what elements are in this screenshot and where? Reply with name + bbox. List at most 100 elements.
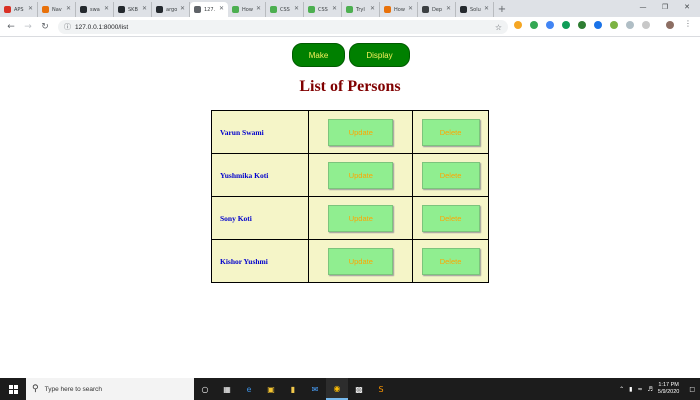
display-button[interactable]: Display <box>349 43 410 67</box>
edge-icon[interactable]: e <box>238 378 260 400</box>
delete-button[interactable]: Delete <box>421 204 480 232</box>
w3schools-icon <box>308 6 315 13</box>
sublime-icon[interactable]: S <box>370 378 392 400</box>
menu-kebab-icon[interactable]: ⋮ <box>684 20 692 29</box>
update-cell: Update <box>308 110 414 154</box>
profile-avatar[interactable] <box>666 21 674 29</box>
url-text: 127.0.0.1:8000/list <box>75 23 129 31</box>
github-icon <box>156 6 163 13</box>
tab-close-icon[interactable]: ✕ <box>180 6 185 12</box>
update-cell: Update <box>308 196 414 240</box>
tab-close-icon[interactable]: ✕ <box>142 6 147 12</box>
system-tray: ⌃ ▮ ≈ ♬ 1:17 PM 5/9/2020 □ <box>619 378 700 400</box>
w3schools-icon <box>270 6 277 13</box>
tray-chevron-icon[interactable]: ⌃ <box>619 386 624 393</box>
new-tab-button[interactable]: + <box>494 2 510 17</box>
table-row: Kishor Yushmi Update Delete <box>210 239 489 283</box>
browser-tab[interactable]: SKB ✕ <box>114 2 152 17</box>
delete-button[interactable]: Delete <box>421 161 480 189</box>
minimize-icon[interactable]: — <box>632 0 654 14</box>
extension-icon[interactable] <box>642 21 650 29</box>
tab-close-icon[interactable]: ✕ <box>332 6 337 12</box>
github-icon <box>118 6 125 13</box>
wifi-icon[interactable]: ≈ <box>637 386 642 393</box>
extension-icon[interactable] <box>562 21 570 29</box>
address-bar[interactable]: ⓘ 127.0.0.1:8000/list ☆ <box>58 20 508 34</box>
browser-tab[interactable]: TryI ✕ <box>342 2 380 17</box>
tab-label: Dep <box>432 6 443 13</box>
github-icon <box>80 6 87 13</box>
update-button[interactable]: Update <box>328 204 394 232</box>
browser-tab[interactable]: CSS ✕ <box>266 2 304 17</box>
battery-icon[interactable]: ▮ <box>629 386 632 393</box>
tab-close-icon[interactable]: ✕ <box>294 6 299 12</box>
browser-tab[interactable]: Solu ✕ <box>456 2 494 17</box>
delete-button[interactable]: Delete <box>421 247 480 275</box>
tab-close-icon[interactable]: ✕ <box>219 6 224 12</box>
back-icon[interactable]: ← <box>5 21 17 33</box>
tab-label: How <box>394 6 405 13</box>
tab-label: CSS <box>280 6 290 13</box>
tab-label: CSS <box>318 6 328 13</box>
clock[interactable]: 1:17 PM 5/9/2020 <box>658 382 679 396</box>
bookmark-star-icon[interactable]: ☆ <box>495 23 502 32</box>
browser-tab[interactable]: Nav ✕ <box>38 2 76 17</box>
tab-close-icon[interactable]: ✕ <box>66 6 71 12</box>
maximize-icon[interactable]: ❐ <box>654 0 676 14</box>
page-icon <box>384 6 391 13</box>
persons-table: Varun Swami Update Delete Yushmika Koti Upda… <box>210 110 489 283</box>
browser-tab[interactable]: argo ✕ <box>152 2 190 17</box>
extension-icon[interactable] <box>530 21 538 29</box>
browser-tab[interactable]: Dep ✕ <box>418 2 456 17</box>
forward-icon[interactable]: → <box>22 21 34 33</box>
mail-icon[interactable]: ✉ <box>304 378 326 400</box>
tab-close-icon[interactable]: ✕ <box>484 6 489 12</box>
table-row: Yushmika Koti Update Delete <box>210 153 489 197</box>
update-button[interactable]: Update <box>328 247 394 275</box>
browser-tab[interactable]: 127. ✕ <box>190 2 228 17</box>
file-explorer-icon[interactable]: ▮ <box>282 378 304 400</box>
taskbar-search[interactable]: ⚲ Type here to search <box>26 378 194 400</box>
tab-close-icon[interactable]: ✕ <box>370 6 375 12</box>
update-button[interactable]: Update <box>328 118 394 146</box>
reload-icon[interactable]: ↻ <box>39 21 51 33</box>
extension-icon[interactable] <box>594 21 602 29</box>
globe-icon <box>194 6 201 13</box>
browser-tab[interactable]: How ✕ <box>228 2 266 17</box>
clock-time: 1:17 PM <box>658 382 679 388</box>
table-row: Sony Koti Update Delete <box>210 196 489 240</box>
tab-close-icon[interactable]: ✕ <box>446 6 451 12</box>
volume-icon[interactable]: ♬ <box>648 386 653 393</box>
tab-close-icon[interactable]: ✕ <box>408 6 413 12</box>
close-window-icon[interactable]: ✕ <box>676 0 698 14</box>
chrome-icon[interactable]: ◉ <box>326 378 348 400</box>
browser-tab[interactable]: CSS ✕ <box>304 2 342 17</box>
store-icon[interactable]: ▣ <box>260 378 282 400</box>
tab-close-icon[interactable]: ✕ <box>104 6 109 12</box>
extension-icon[interactable] <box>610 21 618 29</box>
task-view-icon[interactable]: ▦ <box>216 378 238 400</box>
delete-button[interactable]: Delete <box>421 118 480 146</box>
tab-strip: APS ✕ Nav ✕ swa ✕ SKB ✕ argo ✕ 127. ✕ How ✕ CSS ✕ CSS ✕ Tr… <box>0 0 700 17</box>
browser-tab[interactable]: APS ✕ <box>0 2 38 17</box>
tab-label: TryI <box>356 6 365 13</box>
info-icon[interactable]: ⓘ <box>64 22 71 32</box>
extension-icon[interactable] <box>626 21 634 29</box>
delete-cell: Delete <box>412 239 489 283</box>
person-name: Varun Swami <box>210 110 310 154</box>
tab-close-icon[interactable]: ✕ <box>28 6 33 12</box>
notifications-icon[interactable]: □ <box>689 386 695 393</box>
taskbar: ⚲ Type here to search ○ ▦ e ▣ ▮ ✉ ◉ ▩ S … <box>0 378 700 400</box>
update-button[interactable]: Update <box>328 161 394 189</box>
start-button[interactable] <box>0 378 26 400</box>
terminal-icon[interactable]: ▩ <box>348 378 370 400</box>
cortana-icon[interactable]: ○ <box>194 378 216 400</box>
extension-icon[interactable] <box>514 21 522 29</box>
tab-label: SKB <box>128 6 138 13</box>
extension-icon[interactable] <box>546 21 554 29</box>
tab-close-icon[interactable]: ✕ <box>256 6 261 12</box>
extension-icon[interactable] <box>578 21 586 29</box>
browser-tab[interactable]: swa ✕ <box>76 2 114 17</box>
make-button[interactable]: Make <box>292 43 345 67</box>
browser-tab[interactable]: How ✕ <box>380 2 418 17</box>
